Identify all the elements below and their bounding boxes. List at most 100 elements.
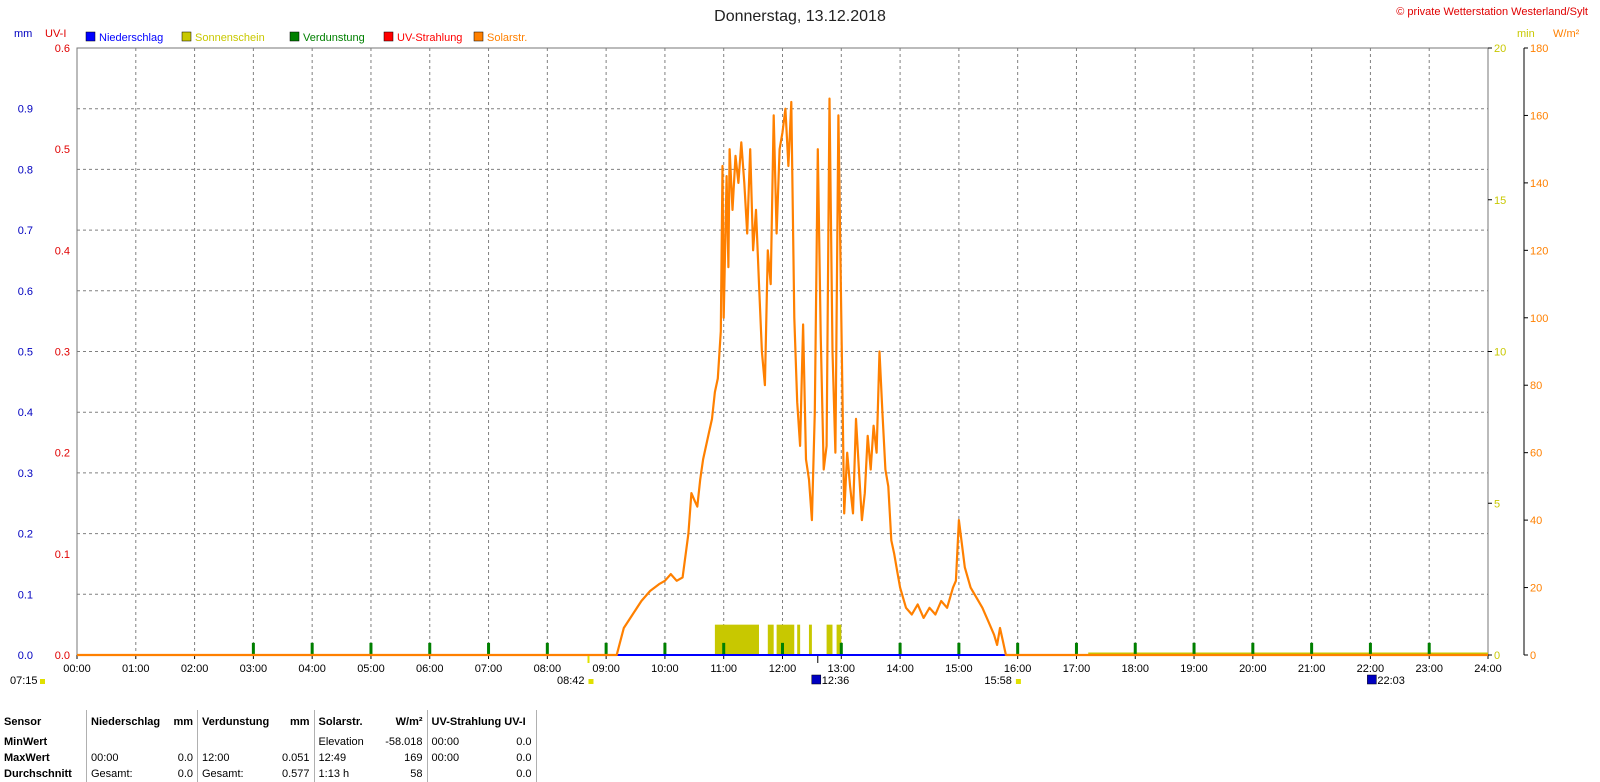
x-tick-label: 12:00 xyxy=(769,663,797,675)
stats-header-row: Sensor Niederschlag mm Verdunstung mm So… xyxy=(0,710,537,734)
stats-cell: 0.051 xyxy=(278,750,315,766)
stats-header-solar: Solarstr. xyxy=(318,716,363,728)
x-tick-label: 18:00 xyxy=(1121,663,1149,675)
legend-label: UV-Strahlung xyxy=(397,32,462,44)
x-tick-label: 04:00 xyxy=(298,663,326,675)
verdunstung-mark xyxy=(1310,642,1314,655)
sunset-icon xyxy=(1015,679,1021,684)
time-marker-label: 12:36 xyxy=(822,675,850,687)
y-tick-label-uvi: 0.1 xyxy=(55,549,70,561)
x-tick-label: 13:00 xyxy=(828,663,856,675)
y-tick-label-mm: 0.3 xyxy=(18,468,33,480)
y-tick-label-mm: 0.5 xyxy=(18,347,33,359)
sonnenschein-bar xyxy=(808,624,812,655)
verdunstung-mark xyxy=(487,642,491,655)
stats-header-verdunstung-unit: mm xyxy=(278,710,315,734)
verdunstung-mark xyxy=(839,642,843,655)
verdunstung-mark xyxy=(251,642,255,655)
verdunstung-mark xyxy=(1192,642,1196,655)
y-tick-label-wm2: 0 xyxy=(1530,650,1536,662)
y-tick-label-uvi: 0.2 xyxy=(55,448,70,460)
unit-uvi-label: UV-I xyxy=(45,28,66,40)
stats-cell: 0.0 xyxy=(487,734,537,750)
legend-swatch xyxy=(289,31,300,42)
stats-cell: -58.018 xyxy=(380,734,428,750)
time-marker: 08:42 xyxy=(557,675,594,687)
y-tick-label-min: 0 xyxy=(1494,650,1500,662)
stats-cell: 00:00 xyxy=(91,752,119,764)
legend-label: Niederschlag xyxy=(99,32,163,44)
y-tick-label-wm2: 180 xyxy=(1530,43,1548,55)
x-tick-label: 24:00 xyxy=(1474,663,1502,675)
stats-cell: 0.0 xyxy=(167,750,198,766)
copyright-note: © private Wetterstation Westerland/Sylt xyxy=(1396,6,1588,18)
x-tick-label: 20:00 xyxy=(1239,663,1267,675)
stats-cell: 12:00 xyxy=(202,752,230,764)
sonnenschein-bar xyxy=(776,624,795,655)
x-tick-label: 17:00 xyxy=(1063,663,1091,675)
stats-cell xyxy=(198,734,279,750)
y-tick-label-mm: 0.8 xyxy=(18,164,33,176)
y-tick-label-uvi: 0.6 xyxy=(55,43,70,55)
y-tick-label-uvi: 0.4 xyxy=(55,245,70,257)
y-tick-label-uvi: 0.5 xyxy=(55,144,70,156)
y-tick-label-uvi: 0.0 xyxy=(55,650,70,662)
stats-header-niederschlag-unit: mm xyxy=(167,710,198,734)
legend-swatch xyxy=(85,31,96,42)
legend-label: Solarstr. xyxy=(487,32,527,44)
y-tick-label-min: 10 xyxy=(1494,347,1506,359)
verdunstung-mark xyxy=(1368,642,1372,655)
time-marker-label: 15:58 xyxy=(984,675,1012,687)
time-marker-label: 22:03 xyxy=(1377,675,1405,687)
y-tick-label-wm2: 80 xyxy=(1530,380,1542,392)
y-tick-label-wm2: 100 xyxy=(1530,313,1548,325)
y-tick-label-mm: 0.4 xyxy=(18,407,33,419)
y-tick-label-mm: 0.2 xyxy=(18,529,33,541)
x-tick-label: 00:00 xyxy=(63,663,91,675)
verdunstung-mark xyxy=(545,642,549,655)
verdunstung-mark xyxy=(1427,642,1431,655)
x-tick-label: 11:00 xyxy=(710,663,737,675)
y-tick-label-wm2: 140 xyxy=(1530,178,1548,190)
sunrise-icon xyxy=(40,679,45,684)
verdunstung-mark xyxy=(1251,642,1255,655)
verdunstung-mark xyxy=(604,642,608,655)
legend: Niederschlag Sonnenschein Verdunstung UV-St… xyxy=(85,31,527,44)
stats-cell xyxy=(87,734,168,750)
x-tick-label: 21:00 xyxy=(1298,663,1326,675)
moon-icon xyxy=(1367,674,1377,685)
stats-cell: 169 xyxy=(380,750,428,766)
verdunstung-mark xyxy=(663,642,667,655)
y-tick-label-min: 20 xyxy=(1494,43,1506,55)
stats-row-max: MaxWert 00:00 0.0 12:00 0.051 12:49 169 … xyxy=(0,750,537,766)
weather-chart: Donnerstag, 13.12.2018 © private Wetters… xyxy=(10,6,1588,687)
x-tick-label: 16:00 xyxy=(1004,663,1032,675)
stats-cell: 0.0 xyxy=(487,750,537,766)
stats-cell: Elevation xyxy=(318,736,364,748)
verdunstung-mark xyxy=(1016,642,1020,655)
stats-header-sensor: Sensor xyxy=(0,710,87,734)
time-marker-label: 07:15 xyxy=(10,675,38,687)
stats-cell xyxy=(278,734,315,750)
unit-wm2-label: W/m² xyxy=(1553,28,1580,40)
y-tick-label-wm2: 40 xyxy=(1530,515,1542,527)
stats-cell: 00:00 xyxy=(431,752,460,764)
legend-swatch xyxy=(181,31,192,42)
verdunstung-mark xyxy=(369,642,373,655)
y-tick-label-min: 15 xyxy=(1494,195,1506,207)
y-tick-label-mm: 0.0 xyxy=(18,650,33,662)
x-tick-label: 07:00 xyxy=(475,663,503,675)
time-marker: 07:15 xyxy=(10,675,45,687)
legend-label: Sonnenschein xyxy=(195,32,265,44)
x-tick-label: 03:00 xyxy=(240,663,268,675)
x-tick-label: 15:00 xyxy=(945,663,973,675)
verdunstung-mark xyxy=(898,642,902,655)
y-tick-label-min: 5 xyxy=(1494,498,1500,510)
x-tick-label: 19:00 xyxy=(1180,663,1208,675)
x-tick-label: 08:00 xyxy=(534,663,562,675)
stats-header-solar-unit: W/m² xyxy=(380,710,428,734)
grid xyxy=(77,48,1488,655)
stats-header-uv: UV-Strahlung UV-I xyxy=(427,710,537,734)
axes: 00:00 01:00 02:00 03:00 04:00 05:00 06:00 07:00… xyxy=(18,43,1549,675)
time-marker-label: 08:42 xyxy=(557,675,585,687)
